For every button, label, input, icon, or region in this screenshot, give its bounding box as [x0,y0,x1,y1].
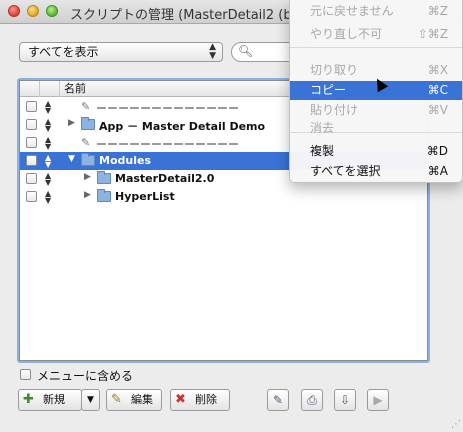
row-label: ーーーーーーーーーーーーー [96,138,239,151]
checkbox[interactable] [20,369,31,380]
resize-grip-icon[interactable]: ⋰ [451,419,461,430]
menu-item[interactable]: やり直し不可 ⇧⌘Z [290,25,462,44]
row-label: ーーーーーーーーーーーーー [96,102,239,115]
row-label: MasterDetail2.0 [115,172,215,185]
import-button[interactable]: ⇩ [334,389,356,411]
disclosure-collapsed-icon[interactable]: ▶ [84,190,91,200]
delete-label: 削除 [195,393,217,406]
updown-arrows-icon: ▲ ▼ [209,42,216,61]
row-checkbox[interactable] [26,101,37,112]
folder-icon [97,171,111,184]
row-checkbox[interactable] [26,119,37,130]
search-icon: 🔍︎ [238,44,254,58]
disclosure-collapsed-icon[interactable]: ▶ [84,172,91,182]
menu-item-shortcut: ⌘A [427,164,448,178]
reorder-handle-icon[interactable]: ▲ ▼ [45,118,51,133]
import-icon: ⇩ [339,393,351,407]
add-icon: ✚ [23,392,34,407]
new-label: 新規 [43,393,65,406]
print-button[interactable]: ⎙ [301,389,323,411]
row-label: Modules [99,154,151,167]
include-in-menu-label: メニューに含める [37,369,134,383]
menu-item-label: コピー [310,83,347,97]
row-checkbox[interactable] [26,191,37,202]
menu-item-label: すべてを選択 [310,164,381,178]
menu-separator [290,47,462,48]
new-button[interactable]: ✚ 新規 [18,389,82,411]
header-col-order[interactable] [40,81,60,97]
disclosure-collapsed-icon[interactable]: ▶ [68,118,75,128]
script-icon: ✎ [272,393,284,407]
menu-item[interactable]: 消去 [290,119,462,138]
folder-icon [97,189,111,202]
play-icon: ▶ [373,393,383,407]
reorder-handle-icon[interactable]: ▲ ▼ [45,100,51,115]
row-label: HyperList [115,190,175,203]
menu-item-shortcut: ⌘C [427,83,448,97]
menu-item[interactable]: 貼り付け ⌘V [290,101,462,120]
edit-context-menu: 元に戻せません ⌘Z やり直し不可 ⇧⌘Z 切り取り ⌘X コピー ⌘C 貼り付け ⌘V 消去複製 ⌘… [289,0,463,183]
menu-item[interactable]: 元に戻せません ⌘Z [290,2,462,21]
row-checkbox[interactable] [26,155,37,166]
reorder-handle-icon[interactable]: ▲ ▼ [45,172,51,187]
menu-item-shortcut: ⌘Z [427,4,448,18]
pencil-icon: ✎ [111,392,122,407]
menu-item-label: 切り取り [310,63,359,77]
menu-item-shortcut: ⇧⌘Z [417,27,448,41]
disclosure-expanded-icon[interactable]: ▼ [68,154,75,164]
list-row[interactable]: ▲ ▼ ▶ HyperList [20,188,427,206]
edit-button[interactable]: ✎ 編集 [106,389,162,411]
script-workspace-button[interactable]: ✎ [267,389,289,411]
script-manager-window: スクリプトの管理 (MasterDetail2 (bi すべてを表示 ▲ ▼ 🔍︎… [0,0,463,432]
menu-item-shortcut: ⌘D [426,144,448,158]
menu-item[interactable]: 複製 ⌘D [290,142,462,161]
header-col-check[interactable] [20,81,40,97]
minimize-window-button[interactable] [27,5,39,17]
menu-item-label: 貼り付け [310,103,359,117]
row-checkbox[interactable] [26,137,37,148]
menu-item-shortcut: ⌘V [427,103,448,117]
row-label: App － Master Detail Demo [99,120,266,133]
delete-button[interactable]: ✖ 削除 [170,389,230,411]
printer-icon: ⎙ [307,393,317,407]
perform-script-button[interactable]: ▶ [367,389,389,411]
folder-icon [81,117,95,130]
new-dropdown-button[interactable]: ▼ [81,389,100,411]
show-filter-select[interactable]: すべてを表示 ▲ ▼ [19,42,223,62]
menu-item[interactable]: 切り取り ⌘X [290,61,462,80]
menu-item-shortcut: ⌘X [427,63,448,77]
menu-item[interactable]: すべてを選択 ⌘A [290,162,462,181]
show-filter-value: すべてを表示 [28,45,99,59]
reorder-handle-icon[interactable]: ▲ ▼ [45,190,51,205]
delete-icon: ✖ [175,392,186,407]
close-window-button[interactable] [8,5,20,17]
menu-item-label: やり直し不可 [310,27,383,41]
script-icon: ✎ [81,136,91,149]
reorder-handle-icon[interactable]: ▲ ▼ [45,136,51,151]
zoom-window-button[interactable] [46,5,58,17]
row-checkbox[interactable] [26,173,37,184]
script-icon: ✎ [81,100,91,113]
triangle-down-icon: ▼ [87,395,94,405]
menu-item-label: 元に戻せません [310,4,394,18]
menu-item-label: 消去 [310,121,335,135]
window-title: スクリプトの管理 (MasterDetail2 (bi [70,8,296,23]
edit-label: 編集 [131,393,153,406]
menu-item-label: 複製 [310,144,335,158]
folder-icon [81,153,95,166]
reorder-handle-icon[interactable]: ▲ ▼ [45,154,51,169]
